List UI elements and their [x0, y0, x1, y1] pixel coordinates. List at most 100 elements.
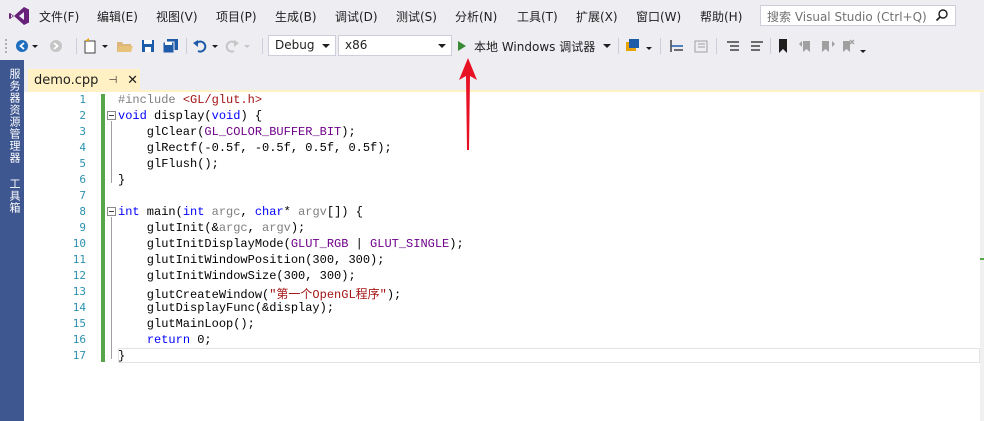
close-icon[interactable]: ✕ [127, 73, 138, 88]
menu-help[interactable]: 帮助(H) [700, 8, 742, 25]
code-token: glutInitWindowPosition(300, 300); [118, 253, 385, 267]
code-line[interactable]: glutInitDisplayMode(GLUT_RGB | GLUT_SING… [118, 237, 464, 251]
clear-bookmarks-button[interactable] [840, 37, 868, 55]
toolbox-tab[interactable]: 工具箱 [2, 178, 22, 214]
new-project-button[interactable] [82, 37, 112, 55]
menu-edit[interactable]: 编辑(E) [97, 8, 138, 25]
change-tracking-bar [101, 94, 105, 362]
code-token: glutMainLoop(); [118, 317, 255, 331]
back-arrow-icon [16, 40, 38, 52]
step-over-icon [694, 40, 708, 53]
code-token: argv [298, 205, 327, 219]
code-token: main( [139, 205, 183, 219]
code-token: , [240, 205, 255, 219]
code-line[interactable]: glutInitWindowPosition(300, 300); [118, 253, 385, 267]
line-number: 12 [72, 269, 86, 282]
line-number: 15 [72, 317, 86, 330]
undo-icon [193, 40, 218, 53]
redo-button[interactable] [224, 37, 254, 55]
code-line[interactable]: int main(int argc, char* argv[]) { [118, 205, 363, 219]
previous-bookmark-button[interactable] [796, 37, 816, 55]
menu-tools[interactable]: 工具(T) [517, 8, 558, 25]
code-line[interactable]: return 0; [118, 333, 212, 347]
undo-button[interactable] [192, 37, 222, 55]
line-number: 1 [79, 93, 86, 106]
open-file-button[interactable] [114, 37, 136, 55]
code-line[interactable]: glFlush(); [118, 157, 219, 171]
menu-test[interactable]: 测试(S) [396, 8, 437, 25]
menu-build[interactable]: 生成(B) [275, 8, 317, 25]
menu-extensions[interactable]: 扩展(X) [576, 8, 618, 25]
chevron-down-icon [322, 44, 330, 48]
uncomment-lines-button[interactable] [746, 37, 768, 55]
server-explorer-tab[interactable]: 服务器资源管理器 [2, 68, 22, 164]
platform-value: x86 [345, 38, 368, 52]
menu-debug[interactable]: 调试(D) [335, 8, 378, 25]
code-token: GL_COLOR_BUFFER_BIT [204, 125, 342, 139]
search-input[interactable]: 搜索 Visual Studio (Ctrl+Q) [760, 5, 956, 26]
code-token: char [254, 205, 284, 219]
line-number: 11 [72, 253, 86, 266]
next-bookmark-button[interactable] [818, 37, 838, 55]
toolbar-separator [716, 38, 717, 54]
menu-view[interactable]: 视图(V) [156, 8, 198, 25]
navigate-forward-button[interactable] [44, 37, 68, 55]
save-all-button[interactable] [160, 37, 182, 55]
save-all-icon [162, 39, 178, 54]
code-line[interactable]: glutCreateWindow("第一个OpenGL程序"); [118, 285, 401, 302]
collapse-icon[interactable] [107, 111, 116, 120]
scrollbar-change-marker [980, 258, 984, 260]
current-line-highlight [118, 348, 980, 363]
menu-window[interactable]: 窗口(W) [636, 8, 681, 25]
line-number: 14 [72, 301, 86, 314]
toolbar-separator [770, 38, 771, 54]
code-line[interactable]: #include <GL/glut.h> [118, 93, 262, 107]
collapse-icon[interactable] [107, 207, 116, 216]
code-line[interactable]: } [118, 349, 125, 363]
save-button[interactable] [138, 37, 158, 55]
code-token: ); [290, 221, 306, 235]
menu-project[interactable]: 项目(P) [216, 8, 257, 25]
menu-file[interactable]: 文件(F) [39, 8, 79, 25]
code-line[interactable]: glutInit(&argc, argv); [118, 221, 305, 235]
code-token: } [118, 349, 126, 363]
search-icon [935, 9, 948, 22]
code-line[interactable]: void display(void) { [118, 109, 262, 123]
next-bookmark-icon [822, 41, 835, 52]
code-token: glRectf(-0.5f, -0.5f, 0.5f, 0.5f); [118, 141, 392, 155]
forward-arrow-icon [50, 40, 62, 52]
outline-line [111, 121, 112, 183]
browser-link-button[interactable] [624, 37, 656, 55]
code-token: <GL/glut.h> [182, 93, 263, 107]
redo-icon [225, 40, 250, 53]
menu-analyze[interactable]: 分析(N) [455, 8, 497, 25]
step-into-button[interactable] [666, 37, 688, 55]
toolbar-grip-icon [5, 39, 7, 53]
outline-line [111, 217, 112, 359]
vertical-scrollbar[interactable] [980, 92, 984, 421]
pin-icon[interactable]: ⊣ [108, 75, 117, 86]
start-debugging-button[interactable]: 本地 Windows 调试器 [458, 37, 612, 55]
tab-demo-cpp[interactable]: demo.cpp ⊣ ✕ [28, 69, 140, 92]
line-number: 13 [72, 285, 86, 298]
comment-lines-button[interactable] [722, 37, 744, 55]
code-token: glutCreateWindow( [118, 288, 270, 302]
code-line[interactable]: glutDisplayFunc(&display); [118, 301, 334, 315]
line-number: 8 [79, 205, 86, 218]
code-line[interactable]: } [118, 173, 125, 187]
code-token: glFlush(); [118, 157, 219, 171]
tab-file-name: demo.cpp [34, 73, 99, 88]
code-line[interactable]: glRectf(-0.5f, -0.5f, 0.5f, 0.5f); [118, 141, 392, 155]
code-line[interactable]: glutMainLoop(); [118, 317, 255, 331]
solution-configuration-select[interactable]: Debug [268, 35, 336, 56]
step-over-button[interactable] [690, 37, 712, 55]
toggle-bookmark-button[interactable] [774, 37, 792, 55]
solution-platform-select[interactable]: x86 [338, 35, 452, 56]
red-annotation-arrow [459, 58, 477, 150]
navigate-back-button[interactable] [14, 37, 40, 55]
code-token: ); [386, 288, 402, 302]
code-line[interactable]: glutInitWindowSize(300, 300); [118, 269, 356, 283]
code-line[interactable]: glClear(GL_COLOR_BUFFER_BIT); [118, 125, 356, 139]
clear-bookmarks-icon [843, 39, 866, 53]
